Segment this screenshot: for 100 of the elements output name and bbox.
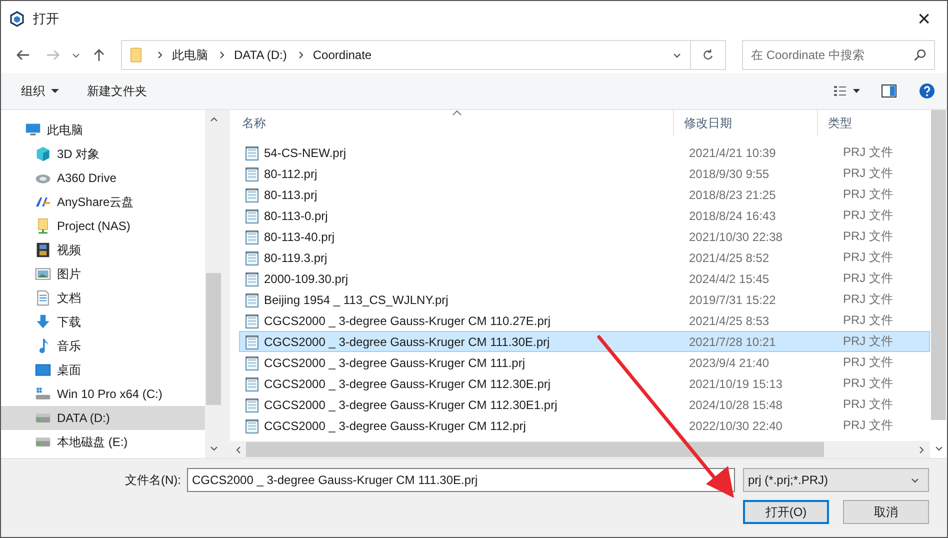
organize-menu[interactable]: 组织 — [13, 78, 67, 104]
breadcrumb[interactable]: DATA (D:) — [234, 48, 287, 62]
sidebar-item[interactable]: A360 Drive — [1, 166, 205, 190]
notepad-file-icon — [244, 228, 260, 244]
notepad-file-icon — [244, 396, 260, 412]
sidebar-item[interactable]: 视频 — [1, 238, 205, 262]
file-row[interactable]: CGCS2000 _ 3-degree Gauss-Kruger CM 112.30E.prj 2021/10/19 15:13 PRJ 文件 — [239, 373, 930, 394]
file-row[interactable]: 80-119.3.prj 2021/4/25 8:52 PRJ 文件 — [239, 247, 930, 268]
address-bar[interactable]: 此电脑 DATA (D:) Coordinate — [121, 40, 726, 70]
cancel-button[interactable]: 取消 — [843, 500, 929, 524]
close-button[interactable]: × — [901, 1, 947, 37]
file-type: PRJ 文件 — [842, 354, 894, 371]
sidebar-item[interactable]: 本地磁盘 (E:) — [1, 430, 205, 454]
preview-pane-icon[interactable] — [881, 84, 897, 98]
refresh-icon — [701, 48, 715, 62]
scroll-down-icon[interactable] — [934, 445, 944, 453]
file-row[interactable]: 80-113-0.prj 2018/8/24 16:43 PRJ 文件 — [239, 205, 930, 226]
folder-icon — [130, 46, 142, 64]
sidebar-item[interactable]: AnyShare云盘 — [1, 190, 205, 214]
window-title: 打开 — [33, 10, 59, 28]
scroll-right-icon[interactable] — [918, 444, 926, 454]
sidebar-item[interactable]: 此电脑 — [1, 118, 205, 142]
notepad-file-icon — [244, 292, 260, 308]
modified-date: 2018/8/23 21:25 — [688, 188, 777, 202]
scroll-left-icon[interactable] — [234, 444, 242, 454]
sidebar-item[interactable]: 音乐 — [1, 334, 205, 358]
scrollbar-thumb[interactable] — [931, 110, 946, 420]
notepad-file-icon — [244, 312, 260, 328]
sidebar-item[interactable]: 文档 — [1, 286, 205, 310]
file-row[interactable]: 54-CS-NEW.prj 2021/4/21 10:39 PRJ 文件 — [239, 142, 930, 163]
notepad-file-icon — [244, 418, 260, 434]
search-field[interactable]: 在 Coordinate 中搜索 — [742, 40, 935, 70]
column-header[interactable]: 类型 — [818, 110, 930, 136]
file-row[interactable]: CGCS2000 _ 3-degree Gauss-Kruger CM 110.27E.prj 2021/4/25 8:53 PRJ 文件 — [239, 310, 930, 331]
file-name: 80-119.3.prj — [264, 250, 328, 264]
file-type-dropdown[interactable]: prj (*.prj;*.PRJ) — [743, 468, 929, 492]
sidebar-item[interactable]: Project (NAS) — [1, 214, 205, 238]
file-row[interactable]: Beijing 1954 _ 113_CS_WJLNY.prj 2019/7/31 15:22 PRJ 文件 — [239, 289, 930, 310]
file-row[interactable]: CGCS2000 _ 3-degree Gauss-Kruger CM 112.30E1.prj 2024/10/28 15:48 PRJ 文件 — [239, 394, 930, 415]
filename-field[interactable]: CGCS2000 _ 3-degree Gauss-Kruger CM 111.30E.prj — [187, 468, 735, 492]
sidebar-item[interactable]: 下载 — [1, 310, 205, 334]
notepad-file-icon — [244, 208, 260, 224]
search-icon — [913, 48, 927, 62]
file-row[interactable]: CGCS2000 _ 3-degree Gauss-Kruger CM 111.30E.prj 2021/7/28 10:21 PRJ 文件 — [239, 331, 930, 352]
file-row[interactable]: CGCS2000 _ 3-degree Gauss-Kruger CM 112.prj 2022/10/30 22:40 PRJ 文件 — [239, 415, 930, 436]
file-name: 54-CS-NEW.prj — [264, 146, 346, 160]
modified-date: 2018/8/24 16:43 — [688, 208, 777, 222]
help-icon[interactable] — [919, 83, 935, 99]
file-row[interactable]: CGCS2000 _ 3-degree Gauss-Kruger CM 111.prj 2023/9/4 21:40 PRJ 文件 — [239, 352, 930, 373]
scroll-up-icon[interactable] — [208, 115, 218, 123]
notepad-file-icon — [244, 376, 260, 392]
file-type: PRJ 文件 — [842, 249, 894, 266]
modified-date: 2021/4/25 8:53 — [688, 314, 770, 328]
file-name: Beijing 1954 _ 113_CS_WJLNY.prj — [264, 292, 448, 306]
file-name: 80-113.prj — [264, 188, 318, 202]
file-type: PRJ 文件 — [842, 144, 894, 161]
file-row[interactable]: 80-112.prj 2018/9/30 9:55 PRJ 文件 — [239, 163, 930, 184]
file-name: CGCS2000 _ 3-degree Gauss-Kruger CM 112.30E.prj — [264, 376, 551, 390]
file-row[interactable]: 2000-109.30.prj 2024/4/2 15:45 PRJ 文件 — [239, 268, 930, 289]
notepad-file-icon — [244, 144, 260, 160]
scroll-down-icon[interactable] — [208, 445, 218, 453]
file-name: 80-113-40.prj — [264, 230, 334, 244]
sidebar-item[interactable]: Win 10 Pro x64 (C:) — [1, 382, 205, 406]
modified-date: 2021/10/19 15:13 — [688, 376, 784, 390]
column-header[interactable]: 名称 — [230, 110, 674, 136]
breadcrumb[interactable]: Coordinate — [312, 48, 372, 62]
modified-date: 2024/10/28 15:48 — [688, 398, 784, 412]
breadcrumb[interactable]: 此电脑 — [172, 46, 208, 64]
modified-date: 2021/10/30 22:38 — [688, 230, 784, 244]
modified-date: 2023/9/4 21:40 — [688, 356, 770, 370]
chevron-right-icon — [296, 50, 305, 60]
notepad-file-icon — [244, 334, 260, 350]
notepad-file-icon — [244, 186, 260, 202]
notepad-file-icon — [244, 250, 260, 266]
notepad-file-icon — [244, 166, 260, 182]
open-button[interactable]: 打开(O) — [743, 500, 829, 524]
notepad-file-icon — [244, 354, 260, 370]
modified-date: 2021/4/25 8:52 — [688, 250, 770, 264]
sidebar-item[interactable]: DATA (D:) — [1, 406, 205, 430]
scrollbar-thumb[interactable] — [206, 273, 221, 405]
notepad-file-icon — [244, 270, 260, 286]
scrollbar-thumb[interactable] — [246, 442, 824, 457]
file-name: CGCS2000 _ 3-degree Gauss-Kruger CM 111.30E.prj — [264, 334, 550, 348]
file-type: PRJ 文件 — [842, 417, 894, 434]
file-name: 80-113-0.prj — [264, 208, 328, 222]
file-name: 80-112.prj — [264, 166, 318, 180]
column-header[interactable]: 修改日期 — [674, 110, 818, 136]
file-row[interactable]: 80-113-40.prj 2021/10/30 22:38 PRJ 文件 — [239, 226, 930, 247]
modified-date: 2022/10/30 22:40 — [688, 418, 784, 432]
file-row[interactable]: 80-113.prj 2018/8/23 21:25 PRJ 文件 — [239, 184, 930, 205]
file-type: PRJ 文件 — [842, 333, 894, 350]
view-options-icon[interactable] — [833, 84, 861, 98]
file-type: PRJ 文件 — [842, 375, 894, 392]
new-folder-button[interactable]: 新建文件夹 — [79, 78, 155, 104]
modified-date: 2018/9/30 9:55 — [688, 166, 770, 180]
chevron-right-icon — [156, 50, 164, 60]
sidebar-item[interactable]: 桌面 — [1, 358, 205, 382]
app-icon — [9, 11, 25, 27]
sidebar-item[interactable]: 3D 对象 — [1, 142, 205, 166]
sidebar-item[interactable]: 图片 — [1, 262, 205, 286]
